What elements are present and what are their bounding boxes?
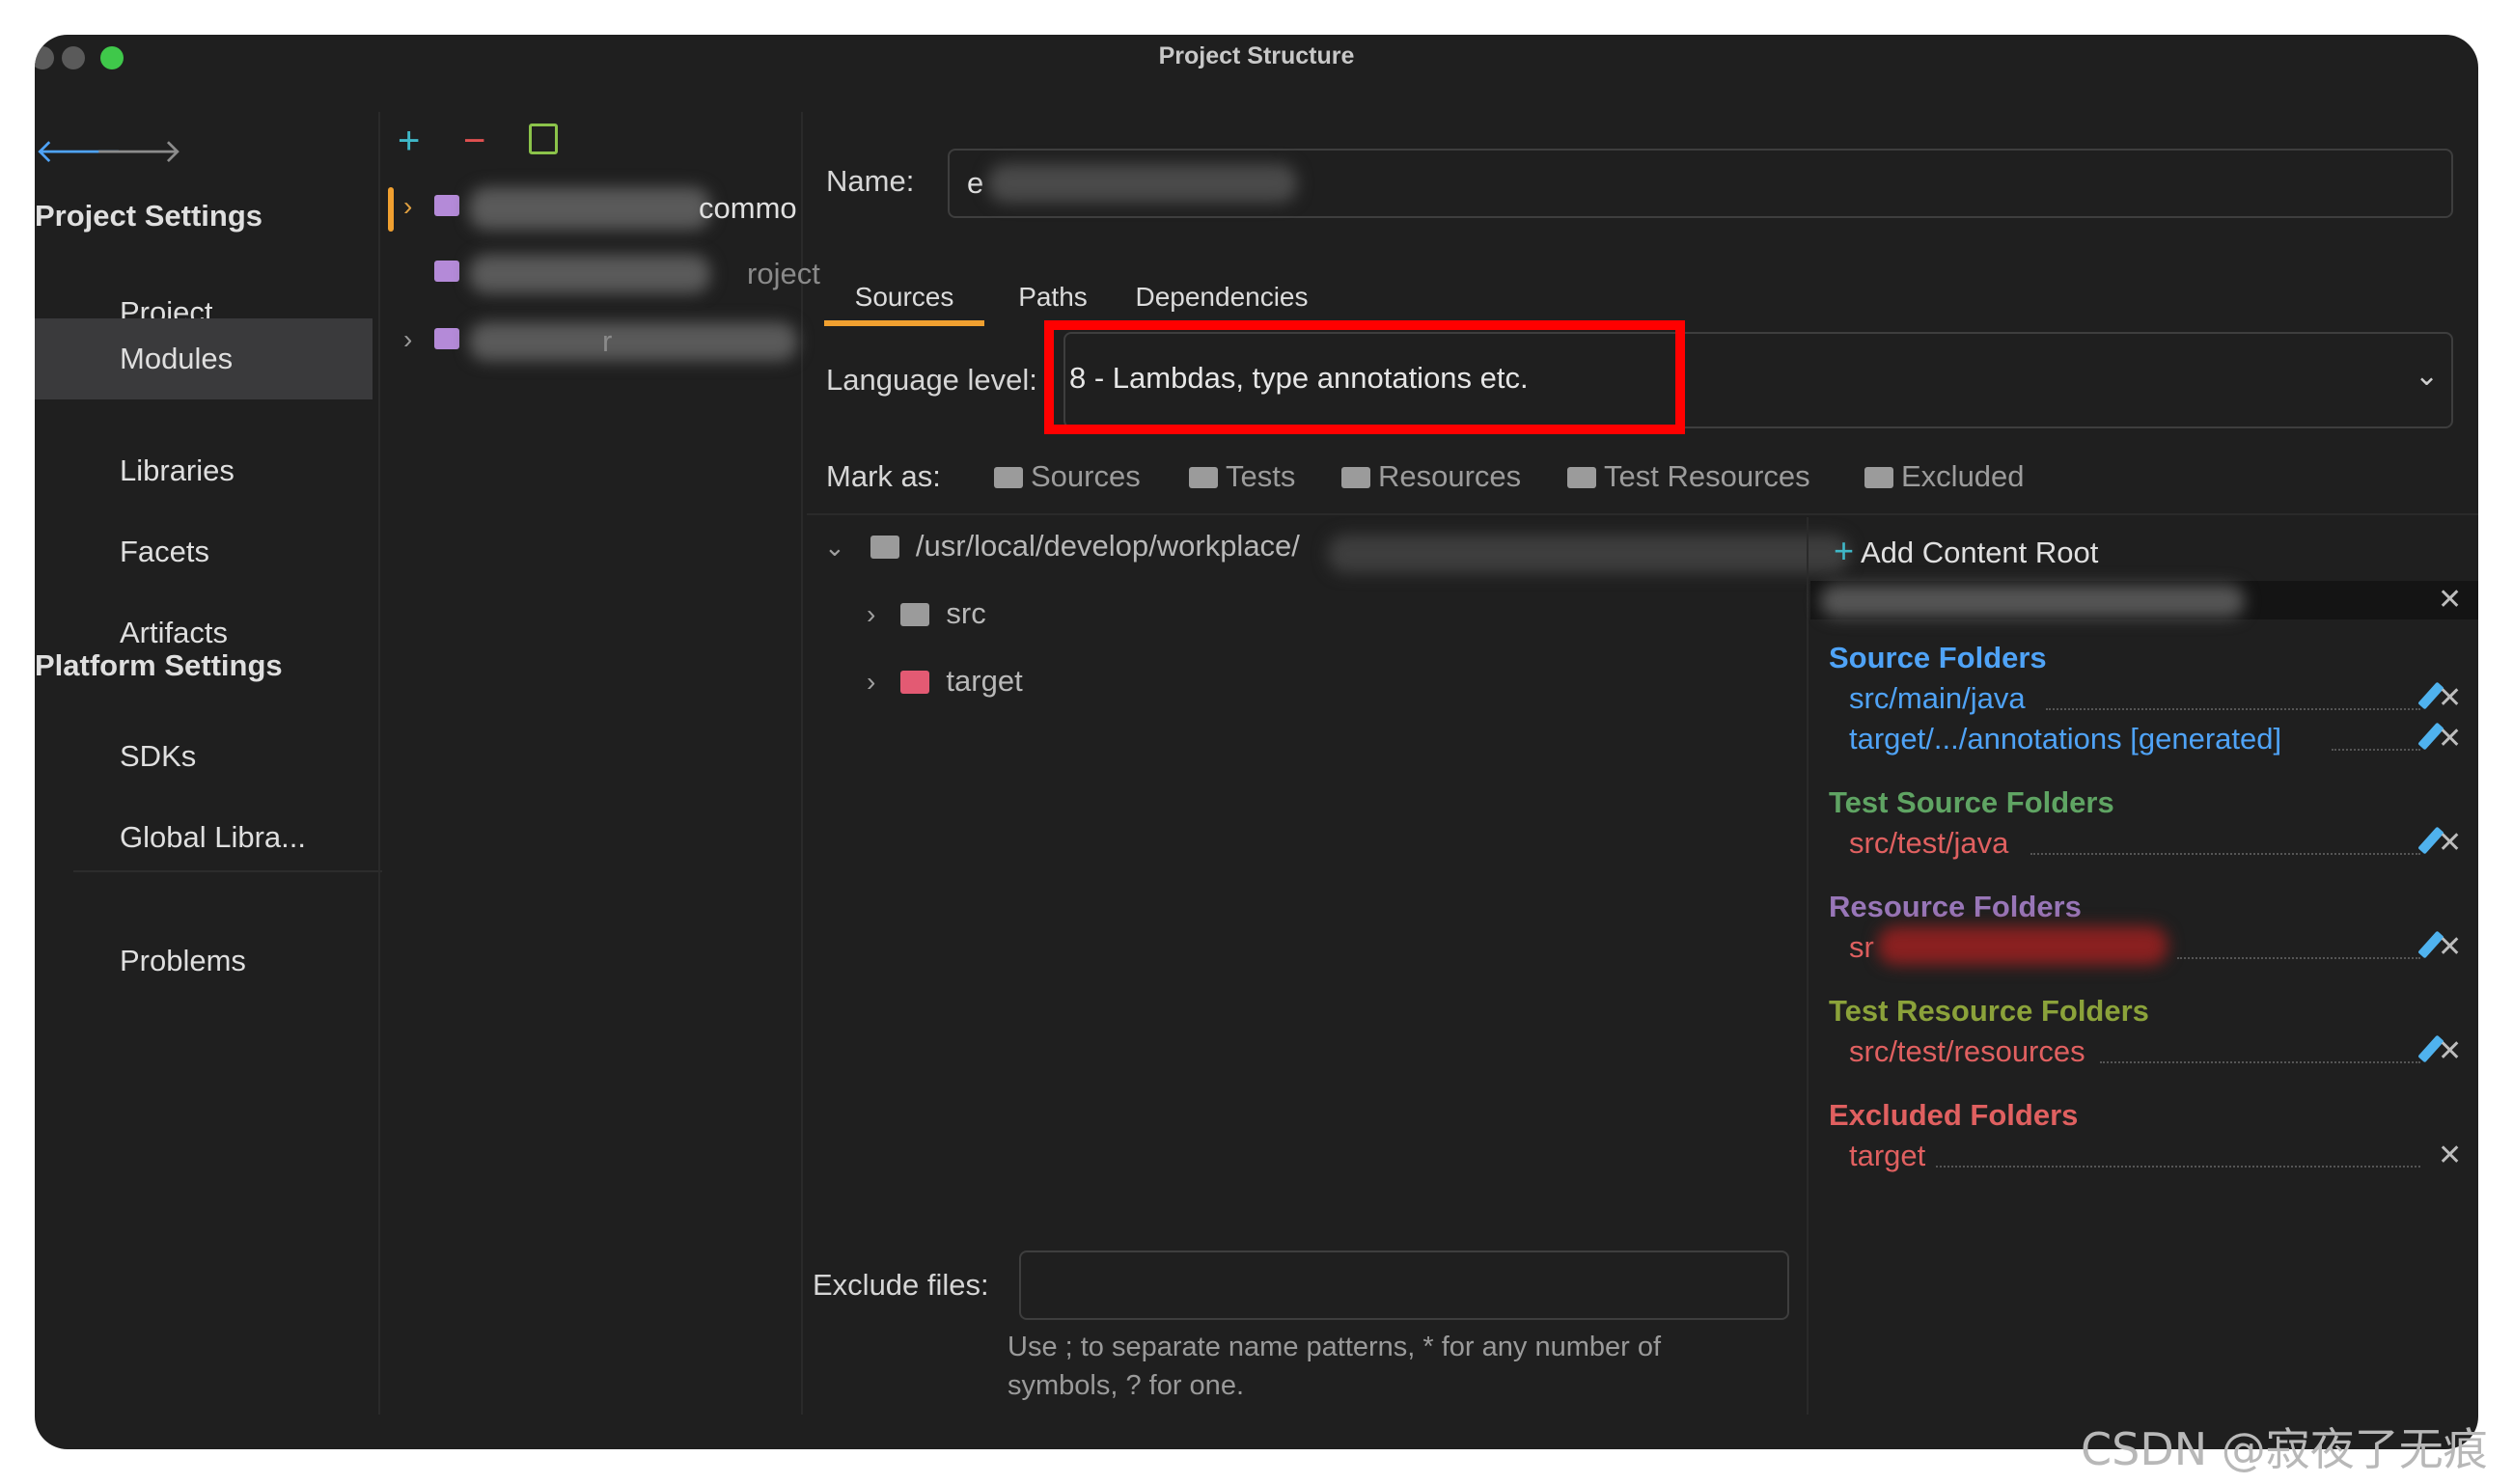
module-tree-item[interactable]: › r bbox=[388, 315, 822, 372]
column-divider bbox=[801, 112, 803, 1415]
module-folder-icon bbox=[434, 328, 459, 349]
leader-dots bbox=[2332, 749, 2420, 751]
language-level-label: Language level: bbox=[826, 363, 1037, 397]
mark-as-resources-button[interactable]: Resources bbox=[1341, 459, 1521, 494]
leader-dots bbox=[2030, 853, 2420, 855]
platform-settings-heading: Platform Settings bbox=[35, 648, 283, 682]
chevron-right-icon[interactable]: › bbox=[403, 324, 412, 355]
folder-icon bbox=[900, 603, 930, 626]
plus-icon[interactable]: + bbox=[398, 122, 420, 160]
tab-paths[interactable]: Paths bbox=[1000, 266, 1106, 326]
close-icon[interactable]: ✕ bbox=[2438, 930, 2462, 964]
window-title: Project Structure bbox=[1158, 42, 1355, 69]
folder-icon bbox=[1567, 467, 1596, 488]
nav-item-sdks[interactable]: SDKs bbox=[35, 718, 373, 797]
close-icon[interactable]: ✕ bbox=[2438, 826, 2462, 860]
leader-dots bbox=[2046, 708, 2420, 710]
test-resource-folder-path: src/test/resources bbox=[1849, 1034, 2085, 1068]
chevron-down-icon[interactable]: ⌄ bbox=[2415, 359, 2439, 393]
leader-dots bbox=[1936, 1166, 2420, 1168]
blurred-module-name bbox=[469, 187, 710, 230]
close-icon[interactable]: ✕ bbox=[2438, 722, 2462, 756]
mark-as-sources-button[interactable]: Sources bbox=[994, 459, 1141, 494]
column-divider bbox=[378, 112, 380, 1415]
exclude-files-label: Exclude files: bbox=[813, 1268, 989, 1302]
module-folder-icon bbox=[434, 261, 459, 282]
nav-item-libraries[interactable]: Libraries bbox=[35, 432, 373, 511]
module-name-fragment: commo bbox=[699, 191, 797, 225]
excluded-folder-path: target bbox=[1849, 1139, 1926, 1172]
close-icon[interactable]: ✕ bbox=[2438, 1034, 2462, 1068]
resource-folder-path: sr bbox=[1849, 930, 1874, 964]
watermark: CSDN @寂夜了无痕 bbox=[2081, 1423, 2488, 1475]
excluded-folders-heading: Excluded Folders bbox=[1829, 1098, 2079, 1132]
tree-item-src[interactable]: › src bbox=[867, 596, 986, 631]
nav-item-facets[interactable]: Facets bbox=[35, 513, 373, 592]
module-tree-item[interactable]: roject bbox=[388, 247, 822, 305]
resource-folders-heading: Resource Folders bbox=[1829, 890, 2082, 923]
module-name-value: e bbox=[967, 166, 984, 200]
test-resource-folders-heading: Test Resource Folders bbox=[1829, 994, 2149, 1028]
exclude-hint: symbols, ? for one. bbox=[1008, 1370, 1244, 1401]
arrow-right-icon[interactable]: 🡒 bbox=[95, 131, 182, 171]
blurred-root-path bbox=[1820, 585, 2245, 618]
tree-item-target[interactable]: › target bbox=[867, 664, 1023, 699]
leader-dots bbox=[2177, 957, 2420, 959]
folder-icon bbox=[1341, 467, 1370, 488]
chevron-right-icon[interactable]: › bbox=[403, 191, 412, 222]
close-icon[interactable]: ✕ bbox=[2438, 1139, 2462, 1172]
folder-icon bbox=[1189, 467, 1218, 488]
panel-divider bbox=[1807, 517, 1809, 1415]
folder-icon bbox=[870, 536, 899, 559]
close-icon[interactable]: ✕ bbox=[2438, 583, 2462, 617]
mark-as-test-resources-button[interactable]: Test Resources bbox=[1567, 459, 1810, 494]
minus-icon[interactable]: − bbox=[463, 122, 485, 160]
add-content-root-button[interactable]: + Add Content Root bbox=[1834, 531, 2098, 571]
chevron-right-icon[interactable]: › bbox=[867, 667, 875, 697]
test-source-folder-path: src/test/java bbox=[1849, 826, 2009, 860]
source-folder-path: src/main/java bbox=[1849, 681, 2026, 715]
module-name-fragment: r bbox=[602, 324, 613, 358]
tab-sources[interactable]: Sources bbox=[822, 266, 986, 326]
title-bar: Project Structure bbox=[35, 35, 2478, 93]
content-root-row[interactable]: ⌄ /usr/local/develop/workplace/ bbox=[824, 529, 1300, 563]
nav-item-problems[interactable]: Problems bbox=[35, 922, 373, 1002]
exclude-hint: Use ; to separate name patterns, * for a… bbox=[1008, 1332, 1662, 1362]
source-folder-path: target/.../annotations [generated] bbox=[1849, 722, 2282, 756]
test-source-folders-heading: Test Source Folders bbox=[1829, 785, 2114, 819]
chevron-right-icon[interactable]: › bbox=[867, 599, 875, 629]
nav-item-global-libraries[interactable]: Global Libra... bbox=[35, 799, 373, 878]
highlight-box bbox=[1044, 320, 1685, 434]
project-settings-heading: Project Settings bbox=[35, 199, 262, 233]
folder-icon bbox=[1864, 467, 1893, 488]
nav-item-modules[interactable]: Modules bbox=[35, 318, 373, 399]
mark-as-excluded-button[interactable]: Excluded bbox=[1864, 459, 2025, 494]
mark-as-tests-button[interactable]: Tests bbox=[1189, 459, 1295, 494]
name-label: Name: bbox=[826, 164, 915, 198]
module-name-field[interactable]: e bbox=[948, 149, 2453, 218]
module-name-fragment: roject bbox=[747, 257, 820, 290]
leader-dots bbox=[2100, 1061, 2420, 1063]
active-tab-underline bbox=[824, 320, 984, 326]
folder-icon bbox=[994, 467, 1023, 488]
source-folders-heading: Source Folders bbox=[1829, 641, 2047, 674]
copy-icon[interactable] bbox=[529, 124, 558, 154]
tab-dependencies[interactable]: Dependencies bbox=[1125, 266, 1318, 326]
divider bbox=[807, 513, 2478, 515]
project-structure-window: Project Structure 🡐 🡒 Project Settings P… bbox=[35, 35, 2478, 1449]
plus-icon: + bbox=[1834, 531, 1855, 570]
blurred-path bbox=[1328, 535, 1849, 573]
module-folder-icon bbox=[434, 195, 459, 216]
blurred-module-name bbox=[469, 255, 710, 293]
blurred-module-name bbox=[988, 164, 1297, 203]
module-tree-item[interactable]: › commo bbox=[388, 179, 822, 237]
blurred-resource-path bbox=[1878, 926, 2168, 965]
nav-divider bbox=[73, 870, 382, 872]
exclude-files-input[interactable] bbox=[1019, 1250, 1789, 1320]
chevron-down-icon[interactable]: ⌄ bbox=[824, 533, 845, 562]
blurred-module-name bbox=[469, 322, 797, 361]
excluded-folder-icon bbox=[900, 671, 930, 694]
mark-as-label: Mark as: bbox=[826, 459, 941, 493]
close-icon[interactable]: ✕ bbox=[2438, 681, 2462, 715]
